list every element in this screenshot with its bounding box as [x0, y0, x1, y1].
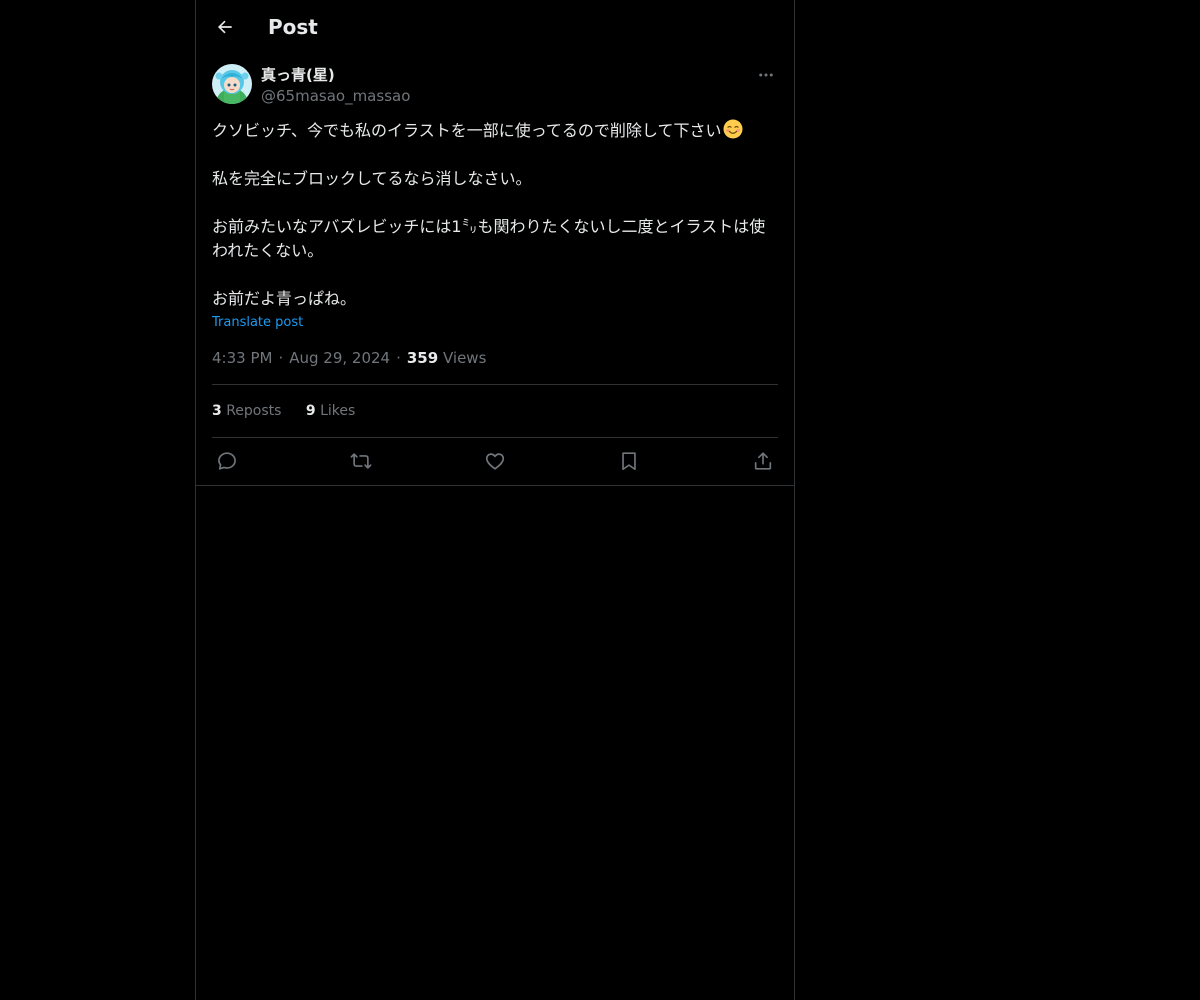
translate-post-link[interactable]: Translate post: [212, 314, 303, 332]
reply-button[interactable]: [215, 449, 239, 473]
views-count: 359: [406, 349, 439, 367]
views-label: Views: [442, 349, 487, 367]
reposts-label: Reposts: [226, 403, 282, 419]
reposts-stat[interactable]: 3 Reposts: [212, 401, 281, 421]
likes-label: Likes: [320, 403, 356, 419]
post-date[interactable]: Aug 29, 2024: [289, 349, 390, 367]
more-options-button[interactable]: [754, 64, 778, 86]
post-metadata: 4:33 PM · Aug 29, 2024 · 359 Views: [212, 348, 486, 368]
divider: [212, 437, 778, 438]
likes-stat[interactable]: 9 Likes: [306, 401, 355, 421]
repost-icon: [350, 453, 372, 469]
engagement-stats: 3 Reposts 9 Likes: [212, 401, 375, 421]
post-text: クソビッチ、今でも私のイラストを一部に使ってるので削除して下さい 私を完全にブロ…: [212, 119, 778, 311]
meta-separator: ·: [278, 349, 284, 367]
smiling-face-emoji-icon: [723, 119, 743, 139]
share-icon: [754, 452, 772, 470]
post: 真っ青(星) @65masao_massao クソビッチ、今でも私のイラストを一…: [196, 53, 794, 486]
reply-icon: [218, 452, 236, 470]
post-paragraph: お前みたいなアバズレビッチには1㍉も関わりたくないし二度とイラストは使われたくな…: [212, 217, 766, 260]
author-handle[interactable]: @65masao_massao: [261, 86, 410, 106]
header: Post: [196, 0, 794, 53]
post-paragraph: お前だよ青っぱね。: [212, 289, 357, 308]
divider: [212, 384, 778, 385]
arrow-left-icon: [217, 20, 232, 34]
post-paragraph: クソビッチ、今でも私のイラストを一部に使ってるので削除して下さい: [212, 119, 778, 143]
more-horizontal-icon: [759, 73, 773, 77]
like-button[interactable]: [483, 449, 507, 473]
meta-separator: ·: [396, 349, 401, 367]
main-column: Post 真っ青(星) @65masao_massao クソビッチ、今でも私のイ…: [195, 0, 795, 1000]
heart-icon: [485, 453, 505, 470]
anime-character-avatar-icon: [212, 64, 252, 104]
author-display-name[interactable]: 真っ青(星): [261, 65, 335, 85]
likes-count: 9: [305, 403, 316, 419]
share-button[interactable]: [751, 449, 775, 473]
post-paragraph: 私を完全にブロックしてるなら消しなさい。: [212, 169, 532, 188]
back-button[interactable]: [208, 10, 242, 44]
repost-button[interactable]: [349, 449, 373, 473]
author-row: 真っ青(星) @65masao_massao: [212, 64, 778, 108]
action-bar: [212, 449, 778, 473]
post-time[interactable]: 4:33 PM: [212, 349, 272, 367]
post-paragraph-text: クソビッチ、今でも私のイラストを一部に使ってるので削除して下さい: [212, 121, 722, 140]
reposts-count: 3: [212, 403, 222, 419]
bookmark-button[interactable]: [617, 449, 641, 473]
avatar[interactable]: [212, 64, 252, 104]
page-title: Post: [268, 15, 318, 39]
bookmark-icon: [622, 452, 636, 471]
